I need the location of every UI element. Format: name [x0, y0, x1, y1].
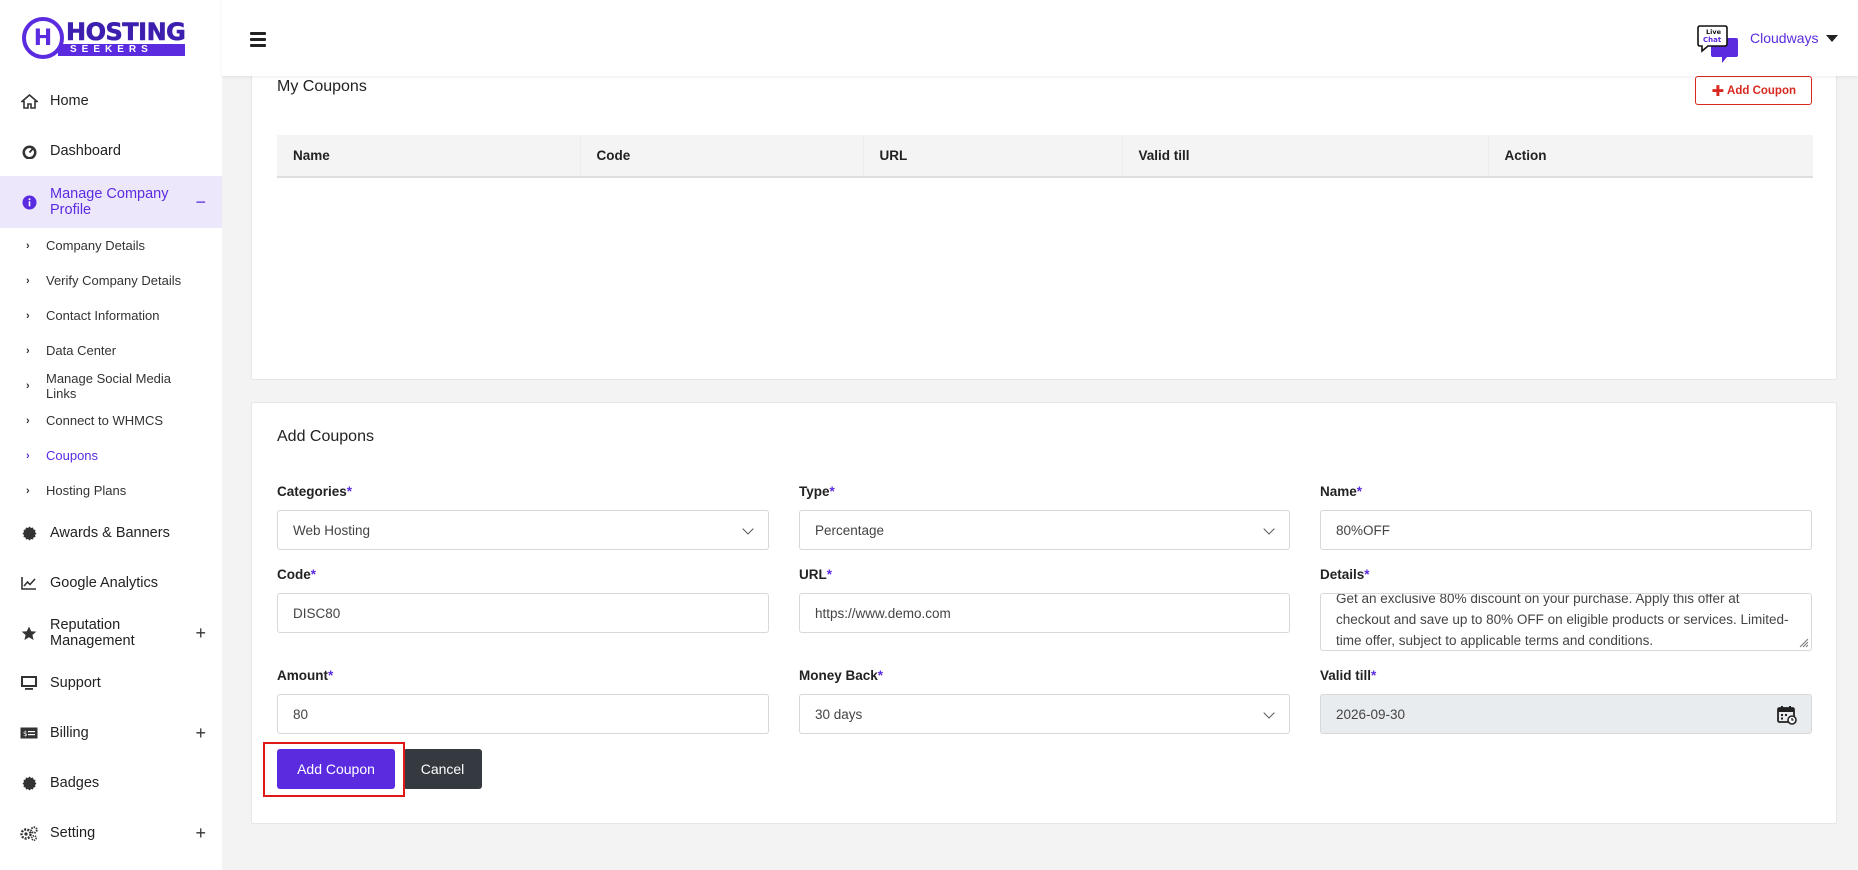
sidebar-item-dashboard[interactable]: Dashboard [0, 126, 222, 176]
name-label: Name* [1320, 484, 1363, 499]
dashboard-gauge-icon [20, 142, 38, 160]
sidebar-subitem-data-center[interactable]: › Data Center [0, 333, 222, 368]
add-coupon-header-button[interactable]: ✚ Add Coupon [1695, 76, 1812, 105]
sidebar-subitem-contact-information[interactable]: › Contact Information [0, 298, 222, 333]
categories-label: Categories* [277, 484, 353, 499]
chart-line-icon [20, 574, 38, 592]
code-input[interactable]: DISC80 [277, 593, 769, 633]
expand-toggle-icon[interactable]: + [195, 823, 206, 844]
sidebar-item-setting[interactable]: Setting + [0, 808, 222, 858]
collapse-toggle-icon[interactable]: − [195, 192, 206, 213]
highlight-box [263, 742, 405, 797]
resize-handle-icon[interactable] [1799, 638, 1809, 648]
money-back-label: Money Back* [799, 668, 884, 683]
expand-toggle-icon[interactable]: + [195, 723, 206, 744]
chevron-right-icon: › [26, 274, 30, 287]
money-back-select[interactable]: 30 days [799, 694, 1290, 734]
chevron-right-icon: › [26, 414, 30, 427]
sidebar-subitem-manage-social-media-links[interactable]: › Manage Social Media Links [0, 368, 222, 403]
money-bill-icon: $ [20, 724, 38, 742]
column-header-valid-till[interactable]: Valid till [1122, 135, 1489, 178]
code-label: Code* [277, 567, 317, 582]
svg-text:$: $ [23, 730, 27, 738]
logo-globe-icon: H [22, 17, 64, 59]
user-name: Cloudways [1750, 30, 1819, 46]
sidebar-item-home[interactable]: Home [0, 76, 222, 126]
url-input[interactable]: https://www.demo.com [799, 593, 1290, 633]
svg-text:Live: Live [1706, 28, 1722, 36]
column-header-action[interactable]: Action [1488, 135, 1813, 178]
home-icon [20, 92, 38, 110]
sidebar-item-google-analytics[interactable]: Google Analytics [0, 558, 222, 608]
sidebar-subitem-connect-to-whmcs[interactable]: › Connect to WHMCS [0, 403, 222, 438]
chevron-right-icon: › [26, 449, 30, 462]
type-label: Type* [799, 484, 835, 499]
sidebar-subitem-hosting-plans[interactable]: › Hosting Plans [0, 473, 222, 508]
chevron-down-icon [1263, 523, 1275, 535]
chevron-right-icon: › [26, 484, 30, 497]
calendar-icon[interactable] [1777, 705, 1797, 725]
coupons-table: Name Code URL Valid till Action [277, 135, 1813, 178]
chevron-down-icon [1263, 707, 1275, 719]
chevron-down-icon [742, 523, 754, 535]
url-label: URL* [799, 567, 833, 582]
valid-till-date-input[interactable]: 2026-09-30 [1320, 694, 1812, 734]
star-icon [20, 624, 38, 642]
chevron-right-icon: › [26, 344, 30, 357]
top-navbar: Live Chat Cloudways [222, 0, 1858, 76]
my-coupons-card: My Coupons ✚ Add Coupon Name Code URL Va… [251, 60, 1837, 380]
hamburger-menu-icon[interactable] [250, 32, 266, 50]
valid-till-label: Valid till* [1320, 668, 1377, 683]
details-label: Details* [1320, 567, 1370, 582]
chevron-right-icon: › [26, 309, 30, 322]
live-chat-icon[interactable]: Live Chat [1697, 24, 1738, 64]
sidebar-item-reputation-management[interactable]: Reputation Management + [0, 608, 222, 658]
sidebar-item-support[interactable]: Support [0, 658, 222, 708]
column-header-url[interactable]: URL [863, 135, 1123, 178]
sidebar-item-awards-banners[interactable]: Awards & Banners [0, 508, 222, 558]
name-input[interactable]: 80%OFF [1320, 510, 1812, 550]
column-header-code[interactable]: Code [580, 135, 864, 178]
categories-select[interactable]: Web Hosting [277, 510, 769, 550]
type-select[interactable]: Percentage [799, 510, 1290, 550]
amount-input[interactable]: 80 [277, 694, 769, 734]
svg-text:Chat: Chat [1703, 36, 1722, 44]
expand-toggle-icon[interactable]: + [195, 623, 206, 644]
user-menu[interactable]: Cloudways [1750, 30, 1839, 46]
sidebar: H HOSTING SEEKERS Home Dashboard Manage … [0, 0, 222, 870]
monitor-icon [20, 674, 38, 692]
logo-text-bottom: SEEKERS [58, 44, 186, 56]
add-coupons-title: Add Coupons [277, 428, 374, 445]
brand-logo[interactable]: H HOSTING SEEKERS [0, 0, 222, 76]
sidebar-subitem-coupons[interactable]: › Coupons [0, 438, 222, 473]
chevron-right-icon: › [26, 239, 30, 252]
badge-icon [20, 774, 38, 792]
column-header-name[interactable]: Name [277, 135, 581, 178]
gears-icon [20, 824, 38, 842]
sidebar-item-manage-company-profile[interactable]: Manage Company Profile − [0, 176, 222, 228]
sidebar-subitem-company-details[interactable]: › Company Details [0, 228, 222, 263]
sidebar-item-badges[interactable]: Badges [0, 758, 222, 808]
amount-label: Amount* [277, 668, 334, 683]
sidebar-subitem-verify-company-details[interactable]: › Verify Company Details [0, 263, 222, 298]
caret-down-icon [1826, 34, 1839, 42]
logo-text-top: HOSTING [66, 18, 186, 46]
badge-cog-icon [20, 524, 38, 542]
info-circle-icon [20, 193, 38, 211]
cancel-button[interactable]: Cancel [403, 749, 482, 789]
sidebar-item-billing[interactable]: $ Billing + [0, 708, 222, 758]
details-textarea[interactable]: Get an exclusive 80% discount on your pu… [1320, 593, 1812, 651]
plus-icon: ✚ [1711, 82, 1725, 100]
chevron-right-icon: › [26, 379, 30, 392]
table-header-row: Name Code URL Valid till Action [277, 135, 1813, 178]
my-coupons-title: My Coupons [277, 78, 367, 95]
